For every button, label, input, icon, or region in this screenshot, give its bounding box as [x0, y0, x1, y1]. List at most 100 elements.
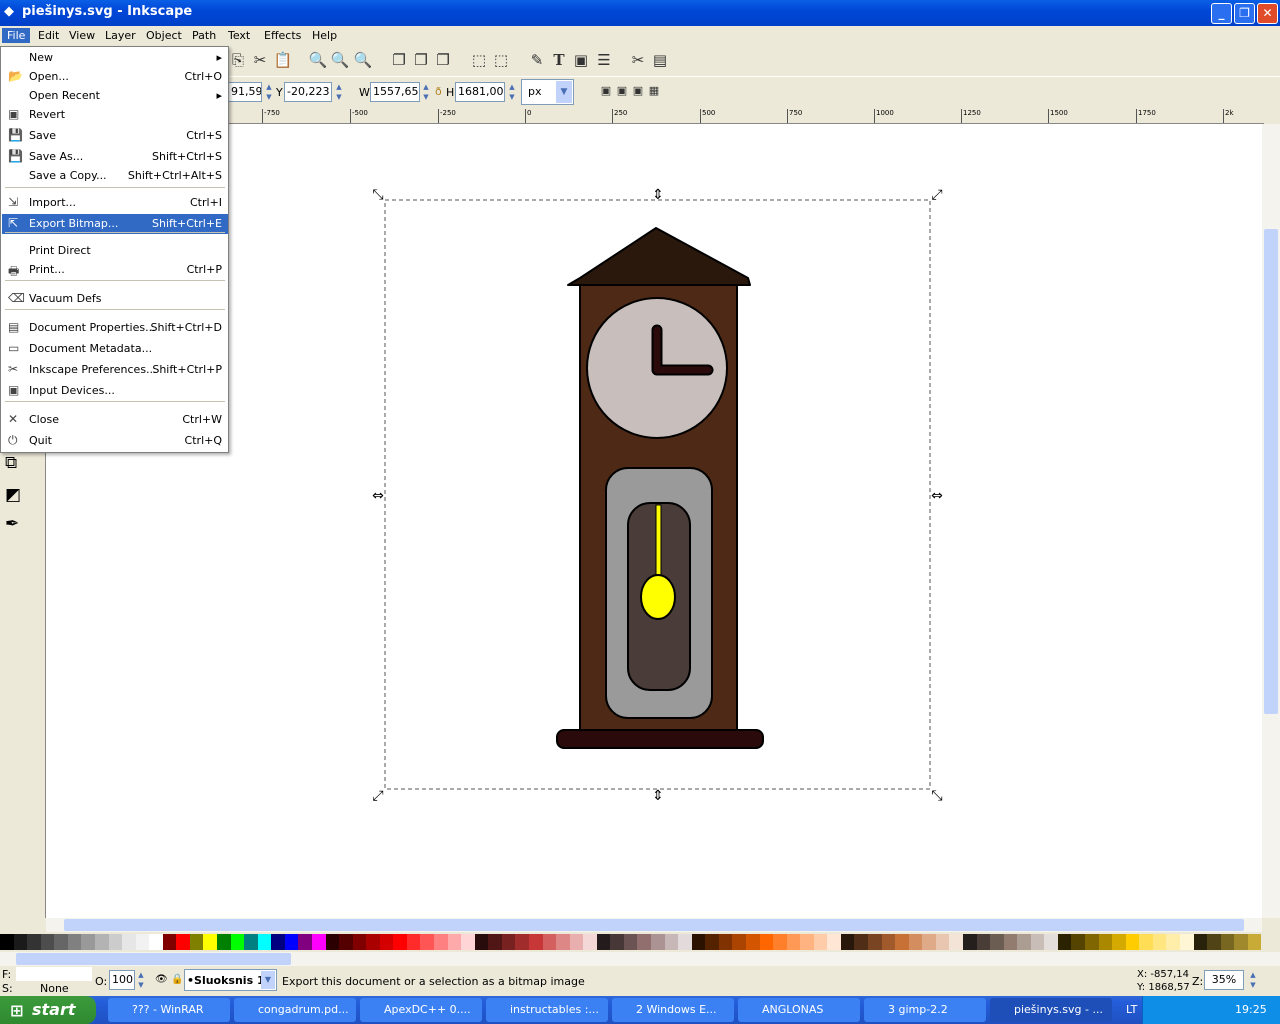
- dropper-tool-icon[interactable]: ✒: [5, 514, 19, 534]
- lock-icon[interactable]: 🔒: [171, 974, 183, 985]
- unlink-clone-icon[interactable]: ❐: [433, 50, 453, 70]
- menu-item-save-a-copy[interactable]: Save a Copy... Shift+Ctrl+Alt+S: [2, 166, 228, 186]
- horizontal-scroll-thumb[interactable]: [64, 919, 1244, 931]
- stroke-value[interactable]: None: [40, 982, 69, 995]
- w-field[interactable]: 1557,655: [370, 82, 420, 102]
- align-icon[interactable]: ☰: [594, 50, 614, 70]
- task-windows-explorer[interactable]: 2 Windows E...: [612, 998, 734, 1022]
- palette-swatch[interactable]: [434, 934, 448, 950]
- y-spinner[interactable]: ▲ ▼: [334, 82, 344, 102]
- task-inkscape[interactable]: piešinys.svg - ...: [990, 998, 1112, 1022]
- palette-swatch[interactable]: [149, 934, 163, 950]
- color-palette[interactable]: [0, 934, 1262, 950]
- palette-swatch[interactable]: [1017, 934, 1031, 950]
- palette-swatch[interactable]: [908, 934, 923, 950]
- menu-item-revert[interactable]: ▣ Revert: [2, 105, 228, 125]
- palette-swatch[interactable]: [488, 934, 502, 950]
- palette-swatch[interactable]: [976, 934, 991, 950]
- zoom-spinner[interactable]: ▲ ▼: [1248, 970, 1258, 990]
- menu-item-export-bitmap[interactable]: ⇱ Export Bitmap... Shift+Ctrl+E: [2, 214, 228, 234]
- palette-swatch[interactable]: [81, 934, 95, 950]
- palette-swatch[interactable]: [447, 934, 462, 950]
- palette-swatch[interactable]: [474, 934, 489, 950]
- palette-swatch[interactable]: [651, 934, 665, 950]
- palette-swatch[interactable]: [528, 934, 543, 950]
- h-spinner[interactable]: ▲ ▼: [507, 82, 517, 102]
- palette-swatch[interactable]: [1057, 934, 1072, 950]
- task-apexdc[interactable]: ApexDC++ 0....: [360, 998, 482, 1022]
- copy-icon[interactable]: ⎘: [228, 50, 248, 70]
- palette-swatch[interactable]: [284, 934, 299, 950]
- palette-swatch[interactable]: [54, 934, 68, 950]
- palette-swatch[interactable]: [1247, 934, 1262, 950]
- palette-swatch[interactable]: [1139, 934, 1153, 950]
- palette-swatch[interactable]: [176, 934, 190, 950]
- x-spinner[interactable]: ▲ ▼: [264, 82, 274, 102]
- h-field[interactable]: 1681,003: [455, 82, 505, 102]
- palette-swatch[interactable]: [1125, 934, 1140, 950]
- cut-icon[interactable]: ✂: [250, 50, 270, 70]
- palette-swatch[interactable]: [501, 934, 516, 950]
- palette-swatch[interactable]: [596, 934, 611, 950]
- group-icon[interactable]: ⬚: [469, 50, 489, 70]
- palette-swatch[interactable]: [1003, 934, 1018, 950]
- palette-swatch[interactable]: [895, 934, 909, 950]
- palette-swatch[interactable]: [935, 934, 950, 950]
- palette-swatch[interactable]: [1234, 934, 1248, 950]
- palette-swatch[interactable]: [691, 934, 706, 950]
- menu-item-open[interactable]: 📂 Open... Ctrl+O: [2, 67, 228, 87]
- palette-swatch[interactable]: [67, 934, 82, 950]
- palette-swatch[interactable]: [881, 934, 896, 950]
- text-font-icon[interactable]: T: [549, 50, 569, 70]
- palette-swatch[interactable]: [556, 934, 570, 950]
- palette-swatch[interactable]: [1193, 934, 1208, 950]
- palette-swatch[interactable]: [1207, 934, 1221, 950]
- palette-swatch[interactable]: [298, 934, 312, 950]
- palette-scroll-thumb[interactable]: [16, 953, 291, 965]
- unit-select[interactable]: px ▼: [521, 79, 574, 105]
- palette-swatch[interactable]: [135, 934, 150, 950]
- preferences-icon[interactable]: ✂: [628, 50, 648, 70]
- palette-swatch[interactable]: [0, 934, 14, 950]
- palette-swatch[interactable]: [379, 934, 394, 950]
- palette-swatch[interactable]: [827, 934, 841, 950]
- task-instructables[interactable]: instructables :...: [486, 998, 608, 1022]
- palette-swatch[interactable]: [1152, 934, 1167, 950]
- palette-swatch[interactable]: [203, 934, 217, 950]
- menu-item-inkscape-preferences[interactable]: ✂ Inkscape Preferences... Shift+Ctrl+P: [2, 360, 228, 380]
- palette-swatch[interactable]: [325, 934, 340, 950]
- palette-swatch[interactable]: [1030, 934, 1045, 950]
- menu-item-quit[interactable]: ⏻ Quit Ctrl+Q: [2, 431, 228, 451]
- palette-swatch[interactable]: [840, 934, 855, 950]
- layer-select[interactable]: •Sluoksnis 1 ▼: [184, 969, 277, 991]
- menu-item-document-metadata[interactable]: ▭ Document Metadata...: [2, 339, 228, 359]
- palette-swatch[interactable]: [813, 934, 828, 950]
- start-button[interactable]: start ⊞: [0, 996, 96, 1024]
- palette-swatch[interactable]: [244, 934, 258, 950]
- palette-swatch[interactable]: [406, 934, 421, 950]
- palette-swatch[interactable]: [745, 934, 760, 950]
- palette-swatch[interactable]: [868, 934, 882, 950]
- palette-swatch[interactable]: [393, 934, 407, 950]
- palette-swatch[interactable]: [678, 934, 692, 950]
- palette-swatch[interactable]: [1112, 934, 1126, 950]
- palette-swatch[interactable]: [1071, 934, 1085, 950]
- palette-swatch[interactable]: [583, 934, 597, 950]
- language-indicator[interactable]: LT: [1126, 1003, 1137, 1016]
- palette-swatch[interactable]: [759, 934, 774, 950]
- eye-icon[interactable]: 👁: [155, 974, 168, 985]
- palette-swatch[interactable]: [854, 934, 868, 950]
- palette-swatch[interactable]: [366, 934, 380, 950]
- menu-help[interactable]: Help: [307, 28, 342, 43]
- task-gimp[interactable]: 3 gimp-2.2: [864, 998, 986, 1022]
- menu-item-print-direct[interactable]: Print Direct: [2, 241, 228, 261]
- xml-editor-icon[interactable]: ▣: [571, 50, 591, 70]
- menu-item-save-as[interactable]: 💾 Save As... Shift+Ctrl+S: [2, 147, 228, 167]
- palette-swatch[interactable]: [1044, 934, 1058, 950]
- menu-view[interactable]: View: [64, 28, 100, 43]
- palette-swatch[interactable]: [1179, 934, 1194, 950]
- palette-swatch[interactable]: [162, 934, 177, 950]
- palette-swatch[interactable]: [610, 934, 624, 950]
- palette-swatch[interactable]: [718, 934, 733, 950]
- menu-edit[interactable]: Edit: [33, 28, 64, 43]
